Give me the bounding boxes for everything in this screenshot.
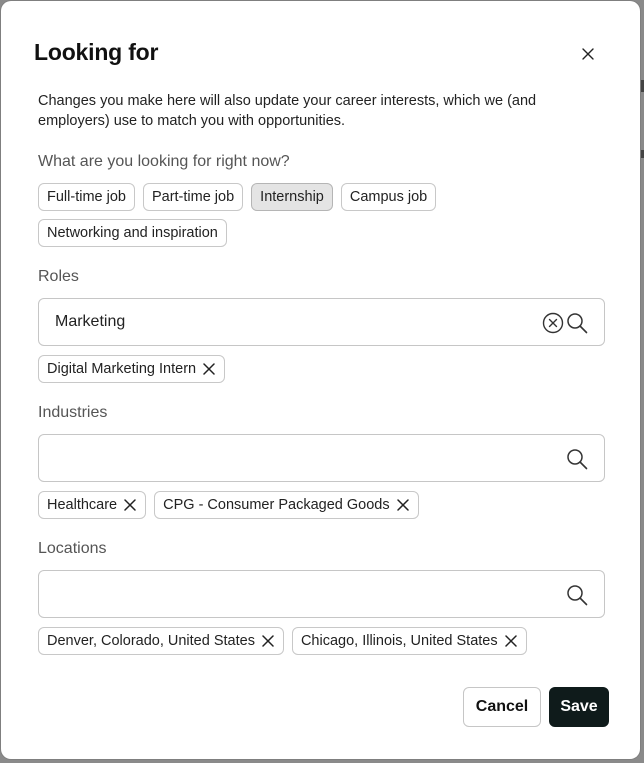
locations-label: Locations	[38, 540, 107, 557]
industries-tags: Healthcare CPG - Consumer Packaged Goods	[38, 491, 608, 519]
roles-search-field	[38, 298, 605, 346]
option-internship[interactable]: Internship	[251, 183, 333, 211]
remove-tag-button[interactable]	[121, 496, 139, 514]
industry-tag: Healthcare	[38, 491, 147, 519]
location-tag: Denver, Colorado, United States	[38, 627, 284, 655]
close-icon	[582, 48, 594, 60]
close-button[interactable]	[577, 43, 599, 65]
industries-input[interactable]	[55, 435, 525, 481]
locations-search-button[interactable]	[565, 583, 589, 607]
location-tag: Chicago, Illinois, United States	[291, 627, 527, 655]
clear-circle-icon	[542, 312, 564, 334]
tag-label: CPG - Consumer Packaged Goods	[163, 497, 390, 513]
looking-for-dialog: Looking for Changes you make here will a…	[1, 1, 640, 759]
dialog-title: Looking for	[34, 39, 159, 65]
remove-tag-button[interactable]	[394, 496, 412, 514]
remove-tag-button[interactable]	[502, 632, 520, 650]
roles-search-button[interactable]	[565, 311, 589, 335]
remove-x-icon	[262, 635, 274, 647]
roles-input[interactable]	[55, 299, 525, 345]
roles-label: Roles	[38, 268, 79, 285]
locations-input[interactable]	[55, 571, 525, 617]
looking-for-label: What are you looking for right now?	[38, 153, 290, 170]
remove-x-icon	[504, 635, 517, 647]
dialog-intro: Changes you make here will also update y…	[38, 93, 537, 129]
tag-label: Chicago, Illinois, United States	[300, 633, 498, 649]
save-button[interactable]: Save	[549, 687, 609, 727]
role-tag: Digital Marketing Intern	[38, 355, 226, 383]
roles-tags: Digital Marketing Intern	[38, 355, 608, 383]
option-campus-job[interactable]: Campus job	[340, 183, 437, 211]
cancel-button[interactable]: Cancel	[463, 687, 541, 727]
industry-tag: CPG - Consumer Packaged Goods	[154, 491, 419, 519]
locations-tags: Denver, Colorado, United States Chicago,…	[38, 627, 608, 655]
search-icon	[567, 313, 588, 334]
clear-input-button[interactable]	[541, 311, 565, 335]
option-networking-and-inspiration[interactable]: Networking and inspiration	[38, 219, 227, 247]
search-icon	[567, 585, 588, 606]
tag-label: Digital Marketing Intern	[47, 361, 197, 377]
tag-label: Healthcare	[47, 497, 118, 513]
industries-search-button[interactable]	[565, 447, 589, 471]
option-full-time-job[interactable]: Full-time job	[38, 183, 135, 211]
remove-x-icon	[203, 363, 215, 375]
search-icon	[567, 449, 588, 470]
locations-search-field	[38, 570, 605, 618]
industries-search-field	[38, 434, 605, 482]
industries-label: Industries	[38, 404, 108, 421]
option-part-time-job[interactable]: Part-time job	[142, 183, 244, 211]
remove-x-icon	[396, 499, 409, 511]
remove-tag-button[interactable]	[200, 360, 218, 378]
remove-tag-button[interactable]	[259, 632, 277, 650]
remove-x-icon	[124, 499, 136, 511]
looking-for-options: Full-time job Part-time job Internship C…	[38, 183, 608, 247]
tag-label: Denver, Colorado, United States	[47, 633, 255, 649]
